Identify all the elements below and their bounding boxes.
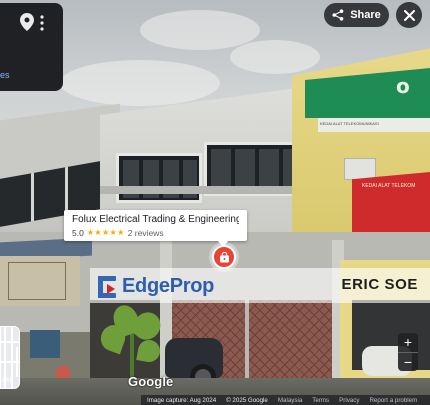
- green-sign-text: o: [396, 74, 410, 98]
- zoom-out-button[interactable]: −: [398, 352, 418, 371]
- air-conditioner-unit: [344, 158, 376, 180]
- edgeprop-wordmark: EdgeProp: [122, 275, 215, 297]
- place-name[interactable]: Folux Electrical Trading & Engineering .…: [72, 213, 239, 226]
- close-icon: [403, 9, 415, 21]
- place-side-panel[interactable]: es: [0, 3, 63, 91]
- cloud: [140, 10, 260, 50]
- share-label: Share: [350, 9, 381, 21]
- more-vert-icon[interactable]: [40, 15, 44, 31]
- share-button[interactable]: Share: [324, 3, 389, 27]
- rating-row: 5.0 ★★★★★ 2 reviews: [72, 227, 239, 239]
- agent-name: ERIC SOE: [341, 276, 418, 293]
- rating-stars: ★★★★★: [86, 228, 125, 237]
- panel-link-text[interactable]: es: [0, 70, 10, 80]
- location-pin-icon[interactable]: [20, 13, 34, 31]
- edgeprop-logo: EdgeProp: [98, 275, 214, 298]
- rating-value: 5.0: [72, 228, 84, 238]
- cloud: [230, 40, 320, 74]
- image-capture-date: Image capture: Aug 2024: [147, 396, 217, 404]
- minimap-label: URI: [0, 378, 12, 384]
- share-icon: [332, 9, 344, 21]
- google-logo: Google: [128, 374, 174, 389]
- building-window: [116, 153, 202, 203]
- close-button[interactable]: [396, 2, 422, 28]
- region-link[interactable]: Malaysia: [278, 397, 302, 404]
- review-count[interactable]: 2 reviews: [128, 227, 164, 239]
- street-view-scene[interactable]: o KEDAI ALAT TELEKOMUNIKASI KEDAI ALAT T…: [0, 0, 430, 405]
- place-info-card[interactable]: Folux Electrical Trading & Engineering .…: [64, 210, 247, 241]
- shopping-bag-icon: [219, 251, 229, 262]
- red-sign-text: KEDAI ALAT TELEKOM: [362, 183, 416, 189]
- report-problem-link[interactable]: Report a problem: [369, 397, 417, 404]
- zoom-controls: + −: [398, 333, 418, 371]
- cloud: [60, 60, 220, 106]
- terms-link[interactable]: Terms: [312, 397, 329, 404]
- copyright-text: © 2025 Google: [226, 396, 268, 404]
- shutter-divider: [245, 298, 249, 390]
- place-marker[interactable]: [212, 245, 236, 269]
- white-strip-text: KEDAI ALAT TELEKOMUNIKASI: [320, 121, 379, 126]
- edgeprop-mark-icon: [98, 275, 120, 298]
- privacy-link[interactable]: Privacy: [339, 397, 359, 404]
- shop-clutter: [30, 330, 60, 358]
- attribution-footer: Image capture: Aug 2024 © 2025 Google Ma…: [141, 395, 430, 405]
- plant-stem: [130, 330, 134, 378]
- shop-banner-frame: [8, 262, 66, 300]
- zoom-in-button[interactable]: +: [398, 333, 418, 352]
